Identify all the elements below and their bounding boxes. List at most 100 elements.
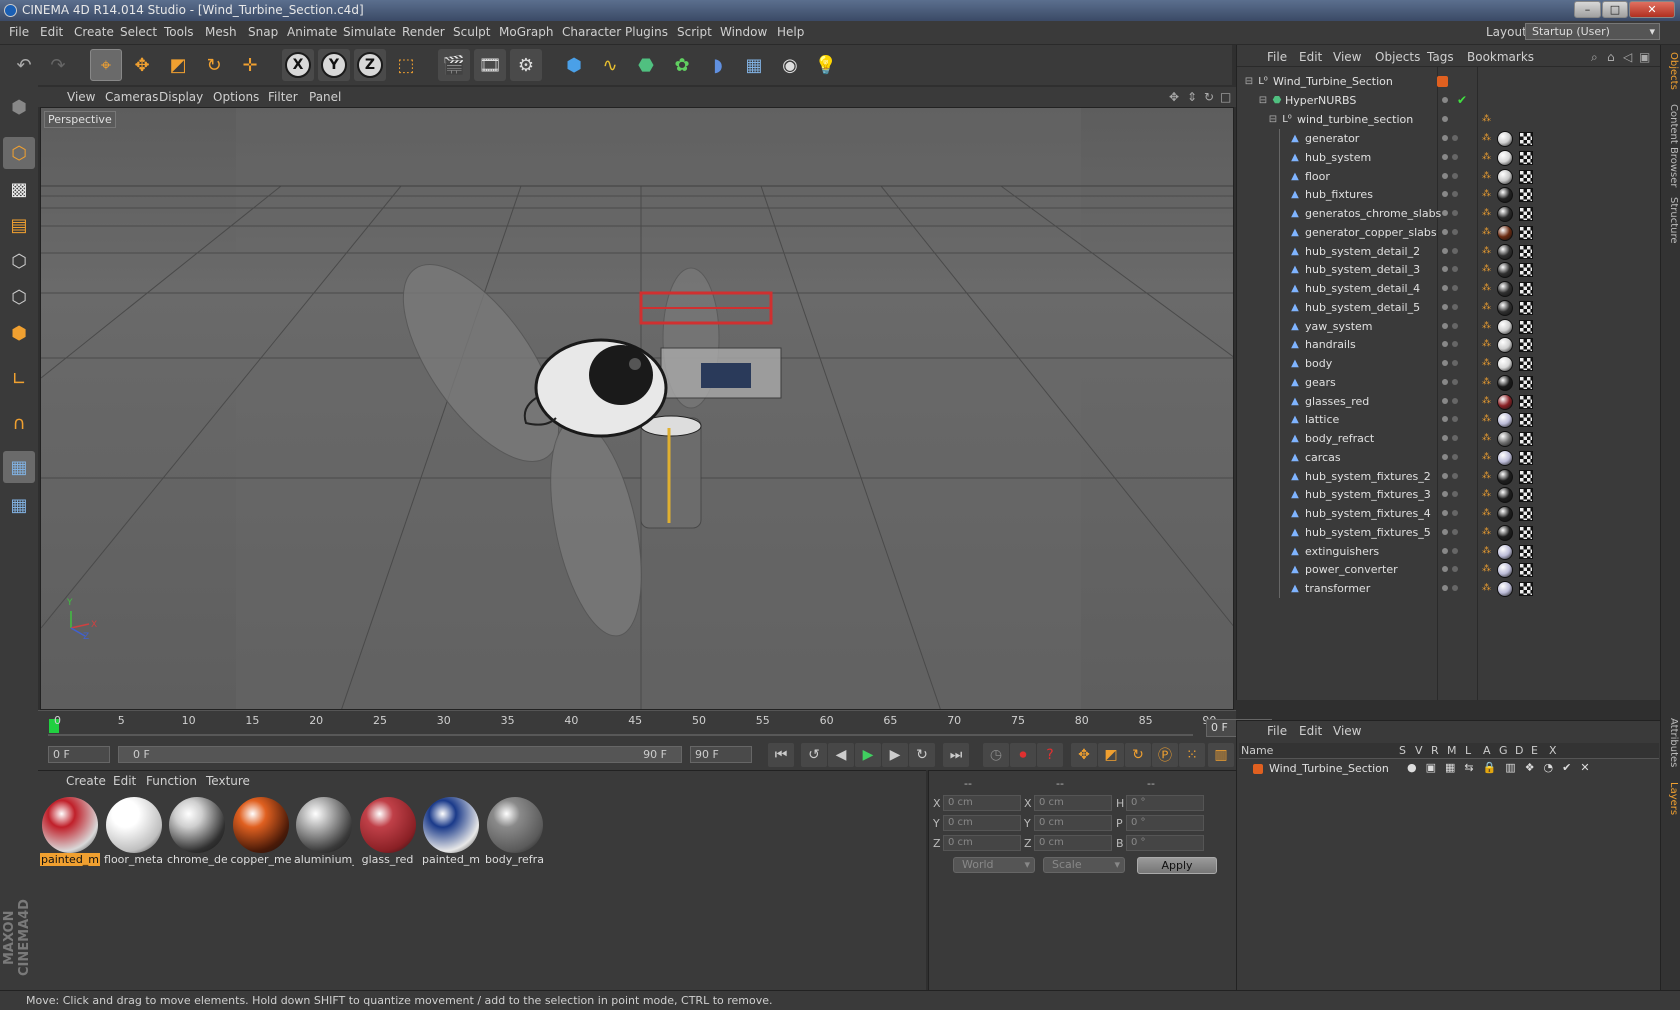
collapse-icon[interactable]: ⊟ [1267, 114, 1279, 126]
texture-tag-icon[interactable] [1497, 243, 1513, 260]
render-dot[interactable] [1452, 510, 1458, 516]
menu-simulate[interactable]: Simulate [343, 25, 396, 39]
coordinate-value-field[interactable]: 0 cm [1034, 795, 1112, 811]
render-dot[interactable] [1452, 247, 1458, 254]
tree-row-object[interactable]: ▲ hub_system_detail_4 ⁂ [1237, 279, 1661, 299]
tree-row-object[interactable]: ▲ floor ⁂ [1237, 166, 1661, 187]
visibility-dot[interactable] [1442, 247, 1448, 254]
tree-row-object[interactable]: ▲ generatos_chrome_slabs ⁂ [1237, 204, 1661, 224]
phong-tag-icon[interactable]: ⁂ [1482, 302, 1492, 314]
texture-tag-icon[interactable] [1497, 206, 1513, 222]
enabled-check-icon[interactable]: ✔ [1457, 93, 1467, 107]
obj-menu-edit[interactable]: Edit [1299, 50, 1322, 64]
texture-tag-icon[interactable] [1497, 524, 1513, 541]
phong-tag-icon[interactable]: ⁂ [1482, 564, 1492, 576]
planar-workplane-icon[interactable]: ▦ [3, 489, 35, 521]
uvw-tag-icon[interactable] [1519, 488, 1533, 503]
coordinate-value-field[interactable]: 0 ° [1126, 815, 1204, 831]
menu-tools[interactable]: Tools [164, 25, 194, 39]
visibility-dot[interactable] [1442, 472, 1448, 479]
tree-row-object[interactable]: ▲ gears ⁂ [1237, 372, 1661, 393]
material-swatch[interactable]: glass_red [358, 795, 418, 867]
render-dot[interactable] [1452, 585, 1458, 591]
render-dot[interactable] [1452, 453, 1458, 460]
rotate-tool-icon[interactable]: ↻ [198, 49, 230, 81]
phong-tag-icon[interactable]: ⁂ [1482, 414, 1492, 426]
coordinate-value-field[interactable]: 0 cm [943, 815, 1021, 831]
render-dot[interactable] [1452, 285, 1458, 291]
phong-tag-icon[interactable]: ⁂ [1482, 583, 1492, 595]
uvw-tag-icon[interactable] [1519, 132, 1533, 146]
menu-plugins[interactable]: Plugins [625, 25, 668, 39]
viewport-menu-panel[interactable]: Panel [309, 90, 341, 104]
keyframe-selection-icon[interactable]: ? [1037, 743, 1063, 767]
uvw-tag-icon[interactable] [1519, 469, 1533, 484]
previous-frame-icon[interactable]: ◀ [828, 743, 854, 767]
texture-tag-icon[interactable] [1497, 318, 1513, 335]
obj-menu-tags[interactable]: Tags [1427, 50, 1454, 64]
tree-row-object[interactable]: ▲ body ⁂ [1237, 354, 1661, 374]
home-icon[interactable]: ⌂ [1607, 50, 1615, 64]
visibility-dot[interactable] [1442, 153, 1448, 160]
record-keyframe-icon[interactable]: ◷ [983, 743, 1009, 767]
visibility-dot[interactable] [1442, 191, 1448, 198]
tab-content-browser[interactable]: Content Browser [1663, 101, 1679, 191]
visibility-dot[interactable] [1442, 228, 1448, 235]
visibility-dot[interactable] [1442, 510, 1448, 516]
live-selection-icon[interactable]: ⌖ [90, 49, 122, 81]
snap-magnet-icon[interactable]: ∩ [3, 407, 35, 439]
visibility-dot[interactable] [1442, 566, 1448, 573]
tree-row-object[interactable]: ▲ power_converter ⁂ [1237, 560, 1661, 580]
layer-menu-view[interactable]: View [1333, 724, 1361, 738]
menu-render[interactable]: Render [402, 25, 445, 39]
uvw-tag-icon[interactable] [1519, 188, 1533, 203]
render-dot[interactable] [1452, 191, 1458, 198]
viewport-move-icon[interactable]: ✥ [1169, 90, 1179, 104]
material-swatch[interactable]: body_refra [485, 795, 545, 867]
tree-row-object[interactable]: ▲ hub_system_detail_2 ⁂ [1237, 241, 1661, 262]
uvw-tag-icon[interactable] [1519, 394, 1533, 409]
phong-tag-icon[interactable]: ⁂ [1482, 189, 1492, 201]
floor-environment-icon[interactable]: ▦ [738, 49, 770, 81]
search-icon[interactable]: ⌕ [1591, 50, 1598, 65]
redo-icon[interactable]: ↷ [42, 49, 74, 81]
tree-row-object[interactable]: ▲ hub_system_fixtures_5 ⁂ [1237, 522, 1661, 543]
uvw-tag-icon[interactable] [1519, 244, 1533, 259]
texture-tag-icon[interactable] [1497, 374, 1513, 391]
uvw-tag-icon[interactable] [1519, 263, 1533, 278]
visibility-dot[interactable] [1442, 360, 1448, 366]
preview-range-slider[interactable]: 0 F 90 F [118, 746, 682, 763]
layer-color-icon[interactable] [1253, 764, 1263, 774]
render-dot[interactable] [1452, 341, 1458, 348]
visibility-dot[interactable] [1442, 135, 1448, 141]
tree-row-object[interactable]: ▲ extinguishers ⁂ [1237, 541, 1661, 562]
visibility-dot[interactable] [1442, 378, 1448, 385]
obj-menu-view[interactable]: View [1333, 50, 1361, 64]
texture-tag-icon[interactable] [1497, 262, 1513, 279]
obj-menu-bookmarks[interactable]: Bookmarks [1467, 50, 1534, 64]
camera-icon[interactable]: ◉ [774, 49, 806, 81]
mat-menu-edit[interactable]: Edit [113, 774, 136, 788]
layer-column-l[interactable]: L [1465, 744, 1471, 757]
menu-window[interactable]: Window [720, 25, 767, 39]
tree-row-object[interactable]: ▲ hub_system_detail_3 ⁂ [1237, 260, 1661, 280]
phong-tag-icon[interactable]: ⁂ [1482, 489, 1492, 501]
workplane-lock-icon[interactable]: ▦ [3, 451, 35, 483]
layer-column-r[interactable]: R [1431, 744, 1439, 757]
visibility-dot[interactable] [1442, 210, 1448, 216]
tree-row-object[interactable]: ▲ hub_system_fixtures_2 ⁂ [1237, 466, 1661, 487]
render-dot[interactable] [1452, 153, 1458, 160]
texture-tag-icon[interactable] [1497, 168, 1513, 185]
viewport-rotate-icon[interactable]: ↻ [1204, 90, 1214, 104]
collapse-icon[interactable]: ⊟ [1243, 76, 1255, 88]
coordinate-value-field[interactable]: 0 cm [943, 795, 1021, 811]
phong-tag-icon[interactable]: ⁂ [1482, 114, 1492, 126]
mat-menu-create[interactable]: Create [66, 774, 106, 788]
tree-row-object[interactable]: ▲ glasses_red ⁂ [1237, 391, 1661, 412]
layer-column-name[interactable]: Name [1241, 744, 1273, 757]
tree-row-object[interactable]: ▲ yaw_system ⁂ [1237, 316, 1661, 337]
texture-tag-icon[interactable] [1497, 393, 1513, 410]
render-dot[interactable] [1452, 491, 1458, 498]
apply-button[interactable]: Apply [1137, 857, 1217, 874]
maximize-button[interactable]: □ [1602, 1, 1628, 18]
